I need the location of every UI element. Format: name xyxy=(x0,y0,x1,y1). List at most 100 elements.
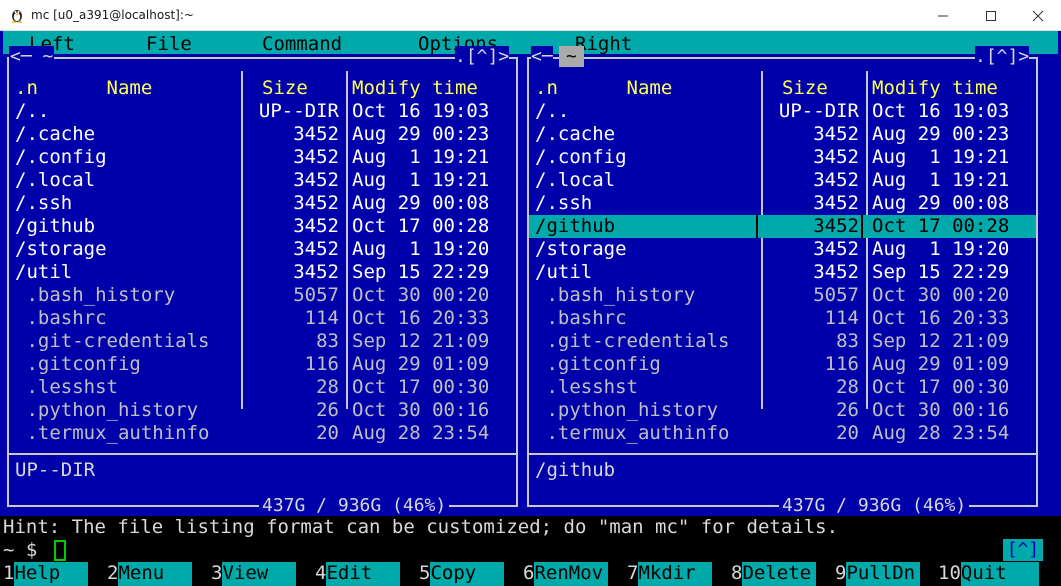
directory-row[interactable]: /.config 3452 Aug 1 19:21 xyxy=(529,146,1036,169)
entry-modify-time: Aug 29 00:23 xyxy=(872,123,1010,145)
entry-size: 114 xyxy=(824,307,859,329)
entry-name: .python_history xyxy=(15,399,199,421)
menu-command[interactable]: Command xyxy=(262,33,342,55)
maximize-button[interactable] xyxy=(968,0,1014,31)
entry-modify-time: Aug 1 19:20 xyxy=(352,238,490,260)
directory-row[interactable]: /github 3452 Oct 17 00:28 xyxy=(529,215,1036,238)
entry-name: /.ssh xyxy=(535,192,593,214)
entry-modify-time: Aug 1 19:21 xyxy=(872,169,1010,191)
fkey-number: 4 xyxy=(315,562,327,584)
fkey-view[interactable]: 3View xyxy=(211,562,297,586)
header-size[interactable]: Size xyxy=(262,77,308,99)
file-row[interactable]: .lesshst 28 Oct 17 00:30 xyxy=(529,376,1036,399)
entry-size: 3452 xyxy=(293,123,339,145)
directory-row[interactable]: /.. UP--DIR Oct 16 19:03 xyxy=(9,100,516,123)
file-row[interactable]: .bashrc 114 Oct 16 20:33 xyxy=(9,307,516,330)
right-panel-path[interactable]: ~ xyxy=(559,46,584,67)
fkey-number: 9 xyxy=(835,562,847,584)
entry-name: /util xyxy=(535,261,593,283)
entry-name: /storage xyxy=(15,238,107,260)
file-row[interactable]: .git-credentials 83 Sep 12 21:09 xyxy=(9,330,516,353)
directory-row[interactable]: /util 3452 Sep 15 22:29 xyxy=(9,261,516,284)
terminal: Left File Command Options Right <─ ~ .[^… xyxy=(0,31,1061,586)
file-row[interactable]: .gitconfig 116 Aug 29 01:09 xyxy=(9,353,516,376)
header-size[interactable]: Size xyxy=(782,77,828,99)
directory-row[interactable]: /.cache 3452 Aug 29 00:23 xyxy=(9,123,516,146)
fkey-help[interactable]: 1Help xyxy=(3,562,89,586)
directory-row[interactable]: /.ssh 3452 Aug 29 00:08 xyxy=(529,192,1036,215)
header-modify-time[interactable]: Modify time xyxy=(352,77,478,99)
fkey-pulldn[interactable]: 9PullDn xyxy=(835,562,921,586)
command-history-button[interactable]: [^] xyxy=(1003,539,1043,561)
fkey-copy[interactable]: 5Copy xyxy=(419,562,505,586)
fkey-edit[interactable]: 4Edit xyxy=(315,562,401,586)
entry-size: 28 xyxy=(836,376,859,398)
entry-size: 3452 xyxy=(293,146,339,168)
right-panel-history[interactable]: .[^]> xyxy=(975,46,1030,67)
file-row[interactable]: .bash_history 5057 Oct 30 00:20 xyxy=(9,284,516,307)
header-name[interactable]: .n Name xyxy=(535,77,672,99)
file-row[interactable]: .termux_authinfo 20 Aug 28 23:54 xyxy=(529,422,1036,445)
entry-name: .git-credentials xyxy=(15,330,210,352)
directory-row[interactable]: /.config 3452 Aug 1 19:21 xyxy=(9,146,516,169)
directory-row[interactable]: /.local 3452 Aug 1 19:21 xyxy=(529,169,1036,192)
entry-size: 20 xyxy=(316,422,339,444)
right-panel[interactable]: ~ .[^]> <─ .n Name Size Modify time /git… xyxy=(527,46,1038,516)
header-name[interactable]: .n Name xyxy=(15,77,152,99)
file-row[interactable]: .termux_authinfo 20 Aug 28 23:54 xyxy=(9,422,516,445)
mini-status: UP--DIR xyxy=(15,459,96,481)
fkey-quit[interactable]: 10Quit xyxy=(938,562,1039,586)
directory-row[interactable]: /storage 3452 Aug 1 19:20 xyxy=(529,238,1036,261)
directory-row[interactable]: /.local 3452 Aug 1 19:21 xyxy=(9,169,516,192)
directory-row[interactable]: /util 3452 Sep 15 22:29 xyxy=(529,261,1036,284)
directory-row[interactable]: /storage 3452 Aug 1 19:20 xyxy=(9,238,516,261)
fkey-number: 2 xyxy=(107,562,119,584)
entry-size: 3452 xyxy=(813,261,859,283)
entry-size: 83 xyxy=(316,330,339,352)
entry-modify-time: Oct 17 00:30 xyxy=(872,376,1010,398)
fkey-number: 5 xyxy=(419,562,431,584)
entry-modify-time: Aug 28 23:54 xyxy=(352,422,490,444)
file-row[interactable]: .gitconfig 116 Aug 29 01:09 xyxy=(529,353,1036,376)
entry-name: /.config xyxy=(15,146,107,168)
entry-size: 5057 xyxy=(293,284,339,306)
entry-modify-time: Aug 29 00:08 xyxy=(872,192,1010,214)
shell-prompt: ~ $ xyxy=(3,539,38,561)
window-titlebar[interactable]: mc [u0_a391@localhost]:~ xyxy=(0,0,1061,31)
directory-row[interactable]: /.ssh 3452 Aug 29 00:08 xyxy=(9,192,516,215)
file-row[interactable]: .python_history 26 Oct 30 00:16 xyxy=(9,399,516,422)
file-row[interactable]: .git-credentials 83 Sep 12 21:09 xyxy=(529,330,1036,353)
fkey-renmov[interactable]: 6RenMov xyxy=(523,562,609,586)
entry-modify-time: Sep 15 22:29 xyxy=(872,261,1010,283)
file-row[interactable]: .bash_history 5057 Oct 30 00:20 xyxy=(529,284,1036,307)
entry-size: 26 xyxy=(836,399,859,421)
menu-file[interactable]: File xyxy=(146,33,192,55)
left-panel[interactable]: <─ ~ .[^]> .n Name Size Modify time UP--… xyxy=(7,46,518,516)
entry-modify-time: Sep 15 22:29 xyxy=(352,261,490,283)
file-row[interactable]: .bashrc 114 Oct 16 20:33 xyxy=(529,307,1036,330)
entry-size: 116 xyxy=(824,353,859,375)
function-key-bar: 1Help 2Menu 3View 4Edit 5Copy 6RenMov 7Mkdir 8D… xyxy=(0,562,1061,586)
header-modify-time[interactable]: Modify time xyxy=(872,77,998,99)
left-panel-path[interactable]: <─ ~ xyxy=(9,46,55,67)
left-panel-history[interactable]: .[^]> xyxy=(455,46,510,67)
fkey-label: Menu xyxy=(118,562,193,586)
file-row[interactable]: .lesshst 28 Oct 17 00:30 xyxy=(9,376,516,399)
right-panel-back[interactable]: <─ xyxy=(531,46,553,67)
maximize-icon xyxy=(986,10,996,21)
entry-modify-time: Aug 1 19:21 xyxy=(352,169,490,191)
directory-row[interactable]: /.cache 3452 Aug 29 00:23 xyxy=(529,123,1036,146)
entry-modify-time: Oct 30 00:16 xyxy=(872,399,1010,421)
fkey-delete[interactable]: 8Delete xyxy=(731,562,817,586)
minimize-button[interactable] xyxy=(920,0,966,31)
command-line[interactable]: ~ $ [^] xyxy=(0,539,1061,562)
file-row[interactable]: .python_history 26 Oct 30 00:16 xyxy=(529,399,1036,422)
text-cursor[interactable] xyxy=(54,540,66,561)
fkey-mkdir[interactable]: 7Mkdir xyxy=(627,562,713,586)
directory-row[interactable]: /github 3452 Oct 17 00:28 xyxy=(9,215,516,238)
fkey-menu[interactable]: 2Menu xyxy=(107,562,193,586)
directory-row[interactable]: /.. UP--DIR Oct 16 19:03 xyxy=(529,100,1036,123)
fkey-label: Delete xyxy=(742,562,817,586)
close-button[interactable] xyxy=(1015,0,1061,31)
entry-modify-time: Aug 28 23:54 xyxy=(872,422,1010,444)
